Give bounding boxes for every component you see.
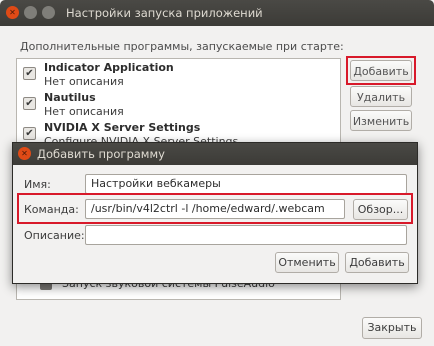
description-field[interactable] [85, 225, 407, 245]
remove-button[interactable]: Удалить [350, 86, 412, 107]
dialog-add-button[interactable]: Добавить [345, 252, 409, 273]
list-item-partial[interactable]: Запуск звуковой системы PulseAudio [20, 282, 338, 296]
item-name: Indicator Application [44, 61, 174, 74]
cancel-button[interactable]: Отменить [275, 252, 339, 273]
item-description: Нет описания [44, 105, 124, 118]
name-label: Имя: [24, 178, 51, 191]
edit-button[interactable]: Изменить [350, 110, 412, 131]
add-program-dialog: ✕ Добавить программу Имя: Настройки вебк… [12, 142, 418, 284]
enable-checkbox[interactable]: ✔ [23, 127, 36, 140]
window-title: Настройки запуска приложений [66, 6, 263, 20]
window-minimize-icon[interactable] [24, 6, 37, 19]
enable-checkbox[interactable]: ✔ [23, 97, 36, 110]
item-name: Nautilus [44, 91, 96, 104]
window-titlebar: ✕ Настройки запуска приложений [0, 0, 434, 26]
highlight-box [17, 193, 413, 224]
list-item[interactable]: ✔ Nautilus Нет описания [17, 89, 340, 119]
description-label: Описание: [24, 229, 85, 242]
enable-checkbox[interactable]: ✔ [23, 67, 36, 80]
dialog-title: Добавить программу [37, 147, 165, 161]
section-label: Дополнительные программы, запускаемые пр… [20, 40, 344, 53]
highlight-box [346, 56, 416, 85]
name-field[interactable]: Настройки вебкамеры [85, 174, 407, 194]
window-maximize-icon[interactable] [42, 6, 55, 19]
item-description: Нет описания [44, 75, 124, 88]
close-button[interactable]: Закрыть [362, 317, 422, 339]
dialog-close-icon[interactable]: ✕ [18, 147, 31, 160]
item-name: NVIDIA X Server Settings [44, 121, 201, 134]
list-item[interactable]: ✔ Indicator Application Нет описания [17, 59, 340, 89]
dialog-titlebar: ✕ Добавить программу [13, 143, 417, 165]
window-close-icon[interactable]: ✕ [6, 6, 19, 19]
